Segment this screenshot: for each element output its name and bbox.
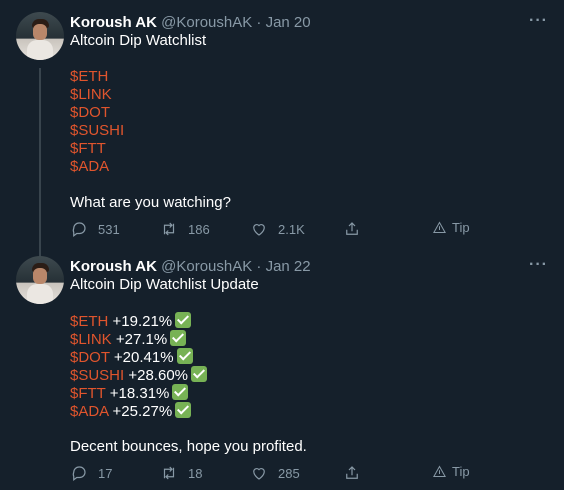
- tweet-header: Koroush AK @KoroushAK · Jan 20: [70, 14, 311, 31]
- tweet-header: Koroush AK @KoroushAK · Jan 22: [70, 258, 311, 275]
- percent-change: +20.41%: [113, 349, 174, 366]
- author-name[interactable]: Koroush AK: [70, 14, 157, 31]
- tip-button[interactable]: Tip: [432, 464, 470, 479]
- ticker-list: $ETH +19.21% $LINK +27.1% $DOT +20.41% $…: [70, 312, 540, 420]
- reply-count: 531: [98, 221, 120, 237]
- percent-change: +25.27%: [112, 403, 173, 420]
- cashtag-link[interactable]: $ADA: [70, 158, 109, 175]
- cashtag-link[interactable]: $LINK: [70, 331, 112, 348]
- cashtag-link[interactable]: $SUSHI: [70, 122, 124, 139]
- share-icon: [346, 222, 358, 235]
- share-icon: [346, 466, 358, 479]
- cashtag-link[interactable]: $SUSHI: [70, 367, 124, 384]
- heart-icon: [253, 468, 265, 480]
- thread-line: [39, 68, 41, 258]
- percent-change: +28.60%: [128, 367, 188, 384]
- cashtag-link[interactable]: $DOT: [70, 349, 110, 366]
- separator: ·: [256, 258, 262, 275]
- like-count: 285: [278, 465, 300, 481]
- retweet-button[interactable]: 186: [160, 220, 210, 238]
- tweet-actions: 531 186 2.1K Tip: [70, 220, 540, 240]
- check-mark-icon: [176, 348, 193, 364]
- cashtag-link[interactable]: $FTT: [70, 385, 106, 402]
- tip-icon: [433, 465, 446, 477]
- share-button[interactable]: [343, 464, 361, 482]
- more-options-icon[interactable]: ···: [529, 12, 548, 30]
- avatar[interactable]: [16, 12, 64, 60]
- like-button[interactable]: 2.1K: [250, 220, 305, 238]
- tip-icon: [433, 221, 446, 233]
- retweet-count: 18: [188, 465, 203, 481]
- check-mark-icon: [175, 312, 192, 328]
- cashtag-link[interactable]: $ETH: [70, 68, 108, 85]
- check-mark-icon: [172, 384, 189, 400]
- tweet-footer-text: Decent bounces, hope you profited.: [70, 438, 307, 455]
- tweet-title: Altcoin Dip Watchlist: [70, 32, 207, 49]
- tip-label: Tip: [452, 464, 470, 479]
- tip-button[interactable]: Tip: [432, 220, 470, 235]
- ticker-list: $ETH $LINK $DOT $SUSHI $FTT $ADA: [70, 68, 540, 176]
- reply-count: 17: [98, 465, 113, 481]
- cashtag-link[interactable]: $FTT: [70, 140, 106, 157]
- retweet-icon: [163, 466, 175, 480]
- cashtag-link[interactable]: $DOT: [70, 104, 110, 121]
- share-button[interactable]: [343, 220, 361, 238]
- cashtag-link[interactable]: $ADA: [70, 403, 108, 420]
- tweet-date[interactable]: Jan 22: [266, 258, 311, 275]
- reply-icon: [72, 222, 86, 237]
- check-mark-icon: [191, 366, 207, 382]
- tweet-date[interactable]: Jan 20: [266, 14, 311, 31]
- tip-label: Tip: [452, 220, 470, 235]
- cashtag-link[interactable]: $LINK: [70, 86, 112, 103]
- reply-icon: [72, 466, 86, 481]
- like-count: 2.1K: [278, 221, 305, 237]
- separator: ·: [256, 14, 262, 31]
- heart-icon: [253, 224, 265, 236]
- author-name[interactable]: Koroush AK: [70, 258, 157, 275]
- tweet-footer-text: What are you watching?: [70, 194, 231, 211]
- percent-change: +27.1%: [115, 331, 168, 348]
- retweet-icon: [163, 222, 175, 236]
- avatar[interactable]: [16, 256, 64, 304]
- reply-button[interactable]: 17: [70, 464, 112, 482]
- percent-change: +19.21%: [112, 313, 173, 330]
- tweet-text: Altcoin Dip Watchlist $ETH $LINK $DOT $S…: [70, 32, 540, 212]
- retweet-count: 186: [188, 221, 210, 237]
- percent-change: +18.31%: [109, 385, 170, 402]
- cashtag-link[interactable]: $ETH: [70, 313, 108, 330]
- tweet-text: Altcoin Dip Watchlist Update $ETH +19.21…: [70, 276, 540, 456]
- retweet-button[interactable]: 18: [160, 464, 202, 482]
- more-options-icon[interactable]: ···: [529, 256, 548, 274]
- check-mark-icon: [170, 330, 187, 346]
- tweet-title: Altcoin Dip Watchlist Update: [70, 276, 259, 293]
- tweet-actions: 17 18 285 Tip: [70, 464, 540, 484]
- like-button[interactable]: 285: [250, 464, 300, 482]
- author-handle[interactable]: @KoroushAK: [161, 14, 252, 31]
- check-mark-icon: [175, 402, 192, 418]
- author-handle[interactable]: @KoroushAK: [161, 258, 252, 275]
- reply-button[interactable]: 531: [70, 220, 120, 238]
